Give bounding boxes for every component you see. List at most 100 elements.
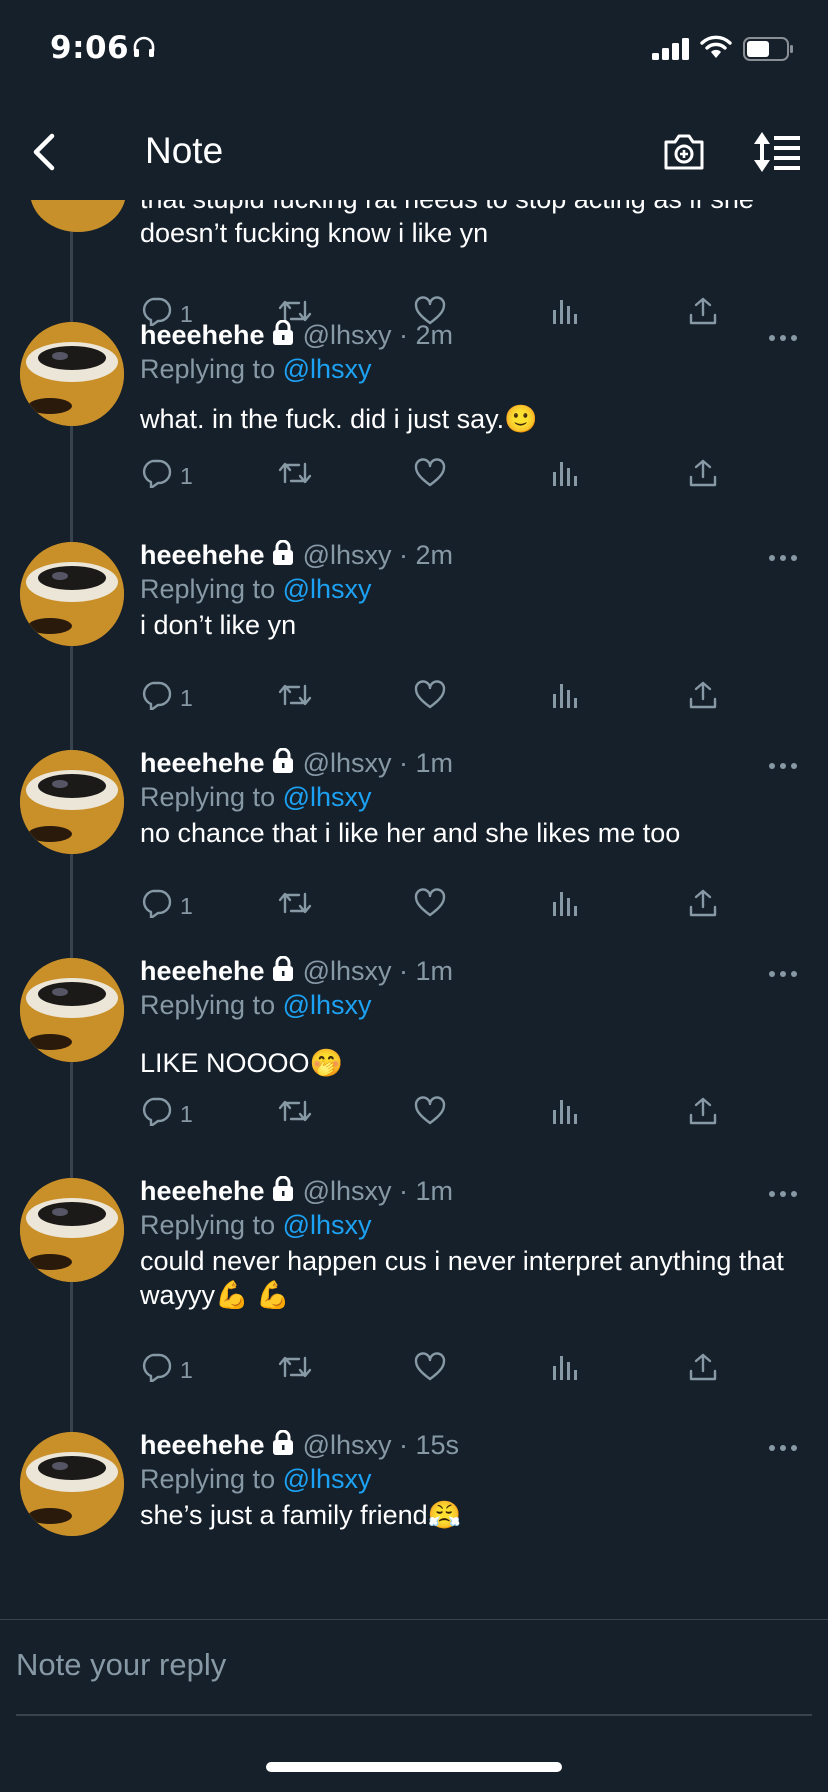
mention-link[interactable]: @lhsxy (283, 990, 372, 1020)
more-icon (769, 1191, 797, 1197)
share-button[interactable] (688, 458, 718, 494)
avatar[interactable] (20, 958, 124, 1062)
analytics-button[interactable] (551, 680, 579, 716)
heart-icon (414, 680, 446, 716)
reply-button[interactable]: 1 (140, 1352, 193, 1388)
analytics-button[interactable] (551, 458, 579, 494)
status-time: 9:06 (50, 30, 130, 66)
share-icon (688, 1352, 718, 1388)
analytics-button[interactable] (551, 1096, 579, 1132)
analytics-icon (551, 296, 579, 332)
analytics-button[interactable] (551, 1352, 579, 1388)
share-button[interactable] (688, 888, 718, 924)
share-button[interactable] (688, 296, 718, 332)
mention-link[interactable]: @lhsxy (283, 782, 372, 812)
tweet-actions: 1 (140, 1352, 740, 1392)
more-options-button[interactable] (768, 1438, 798, 1451)
chevron-left-icon (33, 133, 55, 171)
home-indicator[interactable] (266, 1762, 562, 1772)
reply-count: 1 (180, 1100, 193, 1127)
share-icon (688, 888, 718, 924)
tweet-text: she’s just a family friend😤 (140, 1500, 462, 1530)
status-bar: 9:06 (0, 0, 828, 100)
tweet-text: what. in the fuck. did i just say.🙂 (140, 404, 538, 434)
retweet-button[interactable] (277, 888, 313, 924)
headphones-icon (132, 35, 156, 63)
avatar[interactable] (30, 200, 126, 232)
replying-to: Replying to @lhsxy (140, 782, 372, 813)
tweet-header: heeehehe @lhsxy · 2m (140, 319, 453, 353)
display-name[interactable]: heeehehe (140, 956, 265, 986)
more-options-button[interactable] (768, 964, 798, 977)
handle-and-time: @lhsxy · 2m (302, 540, 453, 570)
share-icon (688, 680, 718, 716)
lock-icon (271, 1429, 295, 1463)
retweet-button[interactable] (277, 1096, 313, 1132)
reply-count: 1 (180, 684, 193, 711)
lock-icon (271, 319, 295, 353)
like-button[interactable] (414, 888, 446, 924)
replying-to: Replying to @lhsxy (140, 354, 372, 385)
more-icon (769, 1445, 797, 1451)
nav-bar: Note (0, 100, 828, 200)
avatar[interactable] (20, 322, 124, 426)
reply-input[interactable] (16, 1640, 806, 1690)
more-options-button[interactable] (768, 1184, 798, 1197)
tweet-text: no chance that i like her and she likes … (140, 818, 681, 848)
signal-icon (652, 38, 690, 64)
display-name[interactable]: heeehehe (140, 748, 265, 778)
retweet-icon (277, 1096, 313, 1132)
display-name[interactable]: heeehehe (140, 540, 265, 570)
mention-link[interactable]: @lhsxy (283, 1464, 372, 1494)
display-name[interactable]: heeehehe (140, 320, 265, 350)
avatar[interactable] (20, 1432, 124, 1536)
display-name[interactable]: heeehehe (140, 1176, 265, 1206)
avatar[interactable] (20, 1178, 124, 1282)
mention-link[interactable]: @lhsxy (283, 574, 372, 604)
lock-icon (271, 955, 295, 989)
reply-button[interactable]: 1 (140, 680, 193, 716)
tweet-text: could never happen cus i never interpret… (140, 1246, 784, 1310)
share-button[interactable] (688, 680, 718, 716)
reply-button[interactable]: 1 (140, 888, 193, 924)
retweet-button[interactable] (277, 680, 313, 716)
retweet-button[interactable] (277, 1352, 313, 1388)
wifi-icon (700, 34, 732, 64)
display-name[interactable]: heeehehe (140, 1430, 265, 1460)
share-button[interactable] (688, 1096, 718, 1132)
reply-composer (0, 1620, 828, 1720)
reply-button[interactable]: 1 (140, 1096, 193, 1132)
share-button[interactable] (688, 1352, 718, 1388)
camera-button[interactable] (662, 130, 706, 174)
more-options-button[interactable] (768, 328, 798, 341)
more-options-button[interactable] (768, 756, 798, 769)
more-options-button[interactable] (768, 548, 798, 561)
analytics-button[interactable] (551, 888, 579, 924)
reply-button[interactable]: 1 (140, 458, 193, 494)
tweet-actions: 1 (140, 680, 740, 720)
replying-to: Replying to @lhsxy (140, 1464, 372, 1495)
handle-and-time: @lhsxy · 2m (302, 320, 453, 350)
battery-icon (743, 36, 795, 66)
avatar[interactable] (20, 750, 124, 854)
like-button[interactable] (414, 1096, 446, 1132)
back-button[interactable] (24, 130, 68, 174)
like-button[interactable] (414, 680, 446, 716)
replying-to: Replying to @lhsxy (140, 990, 372, 1021)
mention-link[interactable]: @lhsxy (283, 354, 372, 384)
replying-label: Replying to (140, 1464, 276, 1494)
analytics-button[interactable] (551, 296, 579, 332)
like-button[interactable] (414, 458, 446, 494)
tweet-thread[interactable]: that stupid fucking rat needs to stop ac… (0, 200, 828, 1620)
mention-link[interactable]: @lhsxy (283, 1210, 372, 1240)
handle-and-time: @lhsxy · 1m (302, 748, 453, 778)
analytics-icon (551, 680, 579, 716)
sort-button[interactable] (752, 130, 804, 174)
avatar[interactable] (20, 542, 124, 646)
reply-count: 1 (180, 462, 193, 489)
share-icon (688, 296, 718, 332)
like-button[interactable] (414, 1352, 446, 1388)
tweet-actions: 1 (140, 458, 740, 498)
heart-icon (414, 888, 446, 924)
retweet-button[interactable] (277, 458, 313, 494)
